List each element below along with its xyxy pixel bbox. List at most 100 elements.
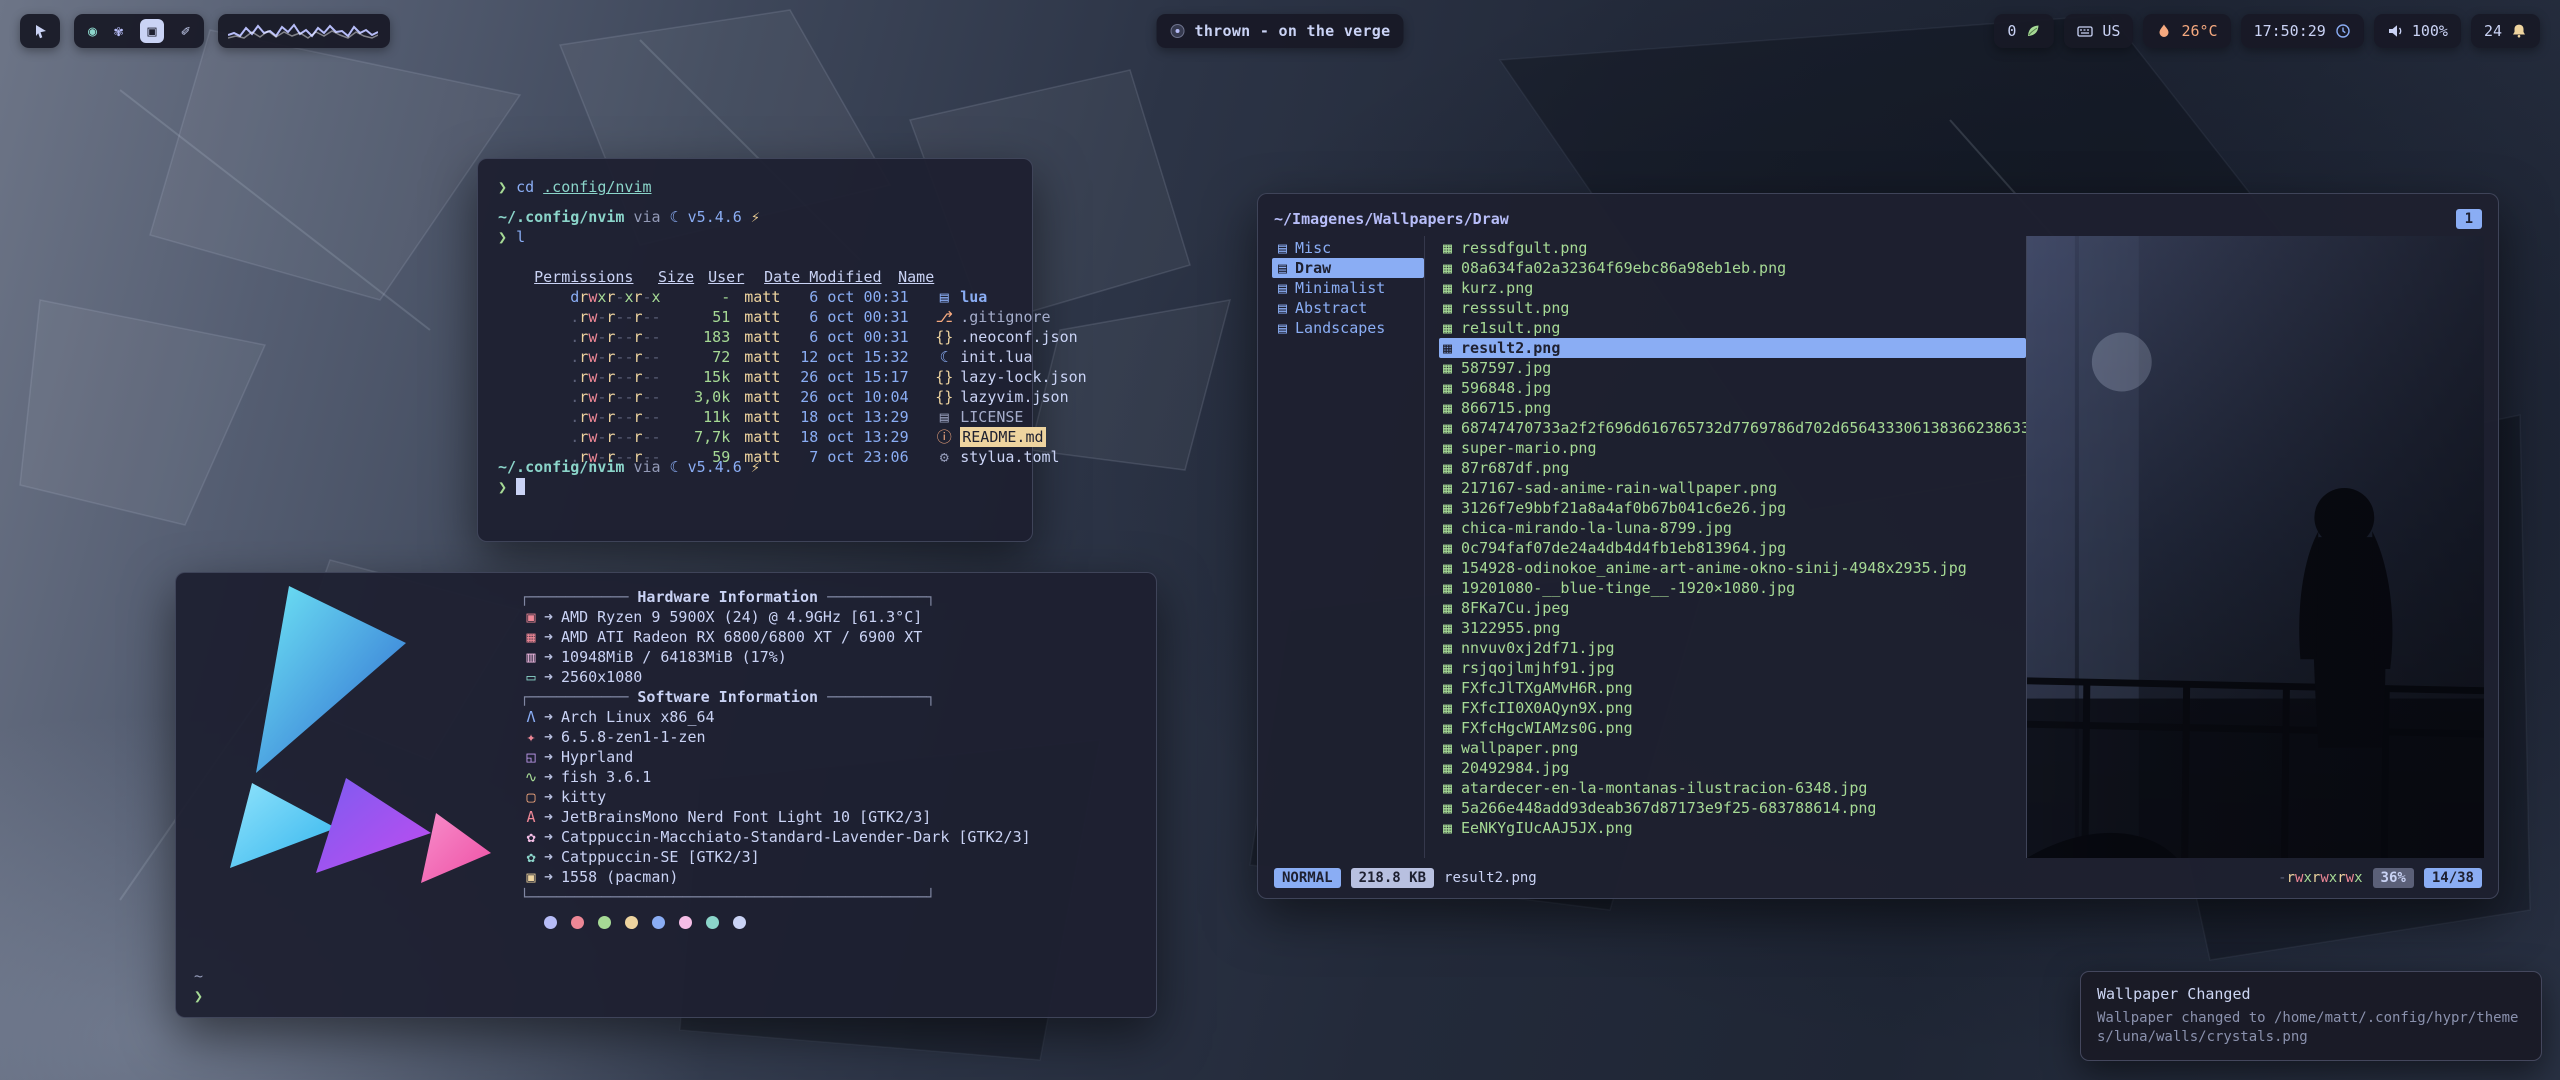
file-list-item[interactable]: ▦ rsjqojlmjhf91.jpg <box>1439 658 2026 678</box>
file-list-item[interactable]: ▦217167-sad-anime-rain-wallpaper.png <box>1439 478 2026 498</box>
media-player-pill[interactable]: thrown - on the verge <box>1157 14 1404 48</box>
bell-icon <box>2511 23 2527 39</box>
terminal-fetch-window[interactable]: ┌─────────── Hardware Information ──────… <box>175 572 1157 1018</box>
file-list-name: 3122955.png <box>1461 618 1560 638</box>
file-manager-window[interactable]: ~/Imagenes/Wallpapers/Draw 1 ▤Misc ▤ Draw… <box>1257 193 2499 899</box>
workspace-icon-active[interactable]: ▣ <box>140 19 164 43</box>
image-file-icon: ▦ <box>1443 658 1452 678</box>
image-preview-pane <box>2026 236 2484 858</box>
file-date: 6 oct 00:31 <box>800 327 920 347</box>
palette-dot <box>598 916 611 929</box>
temperature-value: 26°C <box>2181 22 2217 40</box>
palette-dot <box>679 916 692 929</box>
file-list-item[interactable]: ▦8FKa7Cu.jpeg <box>1439 598 2026 618</box>
file-list-item[interactable]: ▦re1sult.png <box>1439 318 2026 338</box>
terminal-nvim-window[interactable]: ❯ cd .config/nvim ~/.config/nvim via ☾ v… <box>477 158 1033 542</box>
file-list-item[interactable]: ▦FXfcII0X0AQyn9X.png <box>1439 698 2026 718</box>
launcher-button[interactable] <box>20 14 60 48</box>
fetch-row-icon: ▥ <box>520 647 542 667</box>
file-list-item[interactable]: ▦3122955.png <box>1439 618 2026 638</box>
file-manager-panes: ▤Misc ▤Draw ▤Minimalist ▤Abstract ▤Lands… <box>1272 236 2484 858</box>
volume-pill[interactable]: 100% <box>2374 14 2461 48</box>
sidebar-folder-item[interactable]: ▤Minimalist <box>1272 278 1424 298</box>
image-file-icon: ▦ <box>1443 558 1452 578</box>
sidebar-folder-item[interactable]: ▤Abstract <box>1272 298 1424 318</box>
sidebar-folder-item[interactable]: ▤ Draw <box>1272 258 1424 278</box>
file-list-item[interactable]: ▦0c794faf07de24a4db4d4fb1eb813964.jpg <box>1439 538 2026 558</box>
file-list-item[interactable]: ▦ressdfgult.png <box>1439 238 2026 258</box>
file-list-name: 87r687df.png <box>1461 458 1569 478</box>
image-file-icon: ▦ <box>1443 438 1452 458</box>
system-graph-widget[interactable] <box>218 14 390 48</box>
fetch-info-row: ▥➜10948MiB / 64183MiB (17%) <box>520 647 1100 667</box>
image-file-icon: ▦ <box>1443 398 1452 418</box>
fetch-row-text: Hyprland <box>561 748 633 766</box>
image-file-icon: ▦ <box>1443 718 1452 738</box>
notification-pill[interactable]: 24 <box>2471 14 2540 48</box>
file-list-item[interactable]: ▦nnvuv0xj2df71.jpg <box>1439 638 2026 658</box>
folder-name: Draw <box>1295 258 1331 278</box>
file-list-item[interactable]: ▦chica-mirando-la-luna-8799.jpg <box>1439 518 2026 538</box>
file-list-item[interactable]: ▦resssult.png <box>1439 298 2026 318</box>
file-size: 7,7k <box>684 427 730 447</box>
image-file-icon: ▦ <box>1443 778 1452 798</box>
file-list-item[interactable]: ▦atardecer-en-la-montanas-ilustracion-63… <box>1439 778 2026 798</box>
file-list-item[interactable]: ▦08a634fa02a32364f69ebc86a98eb1eb.png <box>1439 258 2026 278</box>
file-permissions: drwxr-xr-x <box>570 287 670 307</box>
notification-title: Wallpaper Changed <box>2097 985 2525 1003</box>
file-list-item[interactable]: ▦20492984.jpg <box>1439 758 2026 778</box>
folder-icon: ▤ <box>1278 258 1287 278</box>
sidebar-folder-item[interactable]: ▤Misc <box>1272 238 1424 258</box>
temperature-pill[interactable]: 26°C <box>2143 14 2230 48</box>
workspace-icon-4[interactable]: ✐ <box>181 19 190 43</box>
file-list-name: 68747470733a2f2f696d616765732d7769786d70… <box>1461 418 2026 438</box>
notification-popup[interactable]: Wallpaper Changed Wallpaper changed to /… <box>2080 971 2542 1061</box>
file-owner: matt <box>744 307 786 327</box>
keyboard-layout-pill[interactable]: US <box>2064 14 2133 48</box>
file-list-name: FXfcJlTXgAMvH6R.png <box>1461 678 1633 698</box>
tab-badge[interactable]: 1 <box>2456 209 2482 229</box>
workspace-icon-2[interactable]: ✾ <box>114 19 123 43</box>
lua-moon-icon: ☾ <box>670 458 679 476</box>
file-list-item[interactable]: ▦154928-odinokoe_anime-art-anime-okno-si… <box>1439 558 2026 578</box>
file-type-icon: {} <box>934 327 954 347</box>
file-list-name: rsjqojlmjhf91.jpg <box>1461 658 1615 678</box>
file-list-item[interactable]: ▦FXfcHgcWIAMzs0G.png <box>1439 718 2026 738</box>
file-date: 6 oct 00:31 <box>800 287 920 307</box>
clock-pill[interactable]: 17:50:29 <box>2241 14 2364 48</box>
file-list-item[interactable]: ▦kurz.png <box>1439 278 2026 298</box>
fetch-row-icon: ✦ <box>520 727 542 747</box>
breadcrumb-path: ~/Imagenes/Wallpapers/Draw <box>1274 209 1509 229</box>
folder-name: Landscapes <box>1295 318 1385 338</box>
file-list-item[interactable]: ▦EeNKYgIUcAAJ5JX.png <box>1439 818 2026 838</box>
command-cd-arg: .config/nvim <box>543 178 651 196</box>
file-list-item[interactable]: ▦5a266e448add93deab367d87173e9f25-683788… <box>1439 798 2026 818</box>
file-list-item[interactable]: ▦587597.jpg <box>1439 358 2026 378</box>
col-size: Size <box>648 267 694 287</box>
tray-count: 0 <box>2007 22 2016 40</box>
file-owner: matt <box>744 327 786 347</box>
file-list-item[interactable]: ▦87r687df.png <box>1439 458 2026 478</box>
file-list-item[interactable]: ▦FXfcJlTXgAMvH6R.png <box>1439 678 2026 698</box>
tray-counter-pill[interactable]: 0 <box>1994 14 2054 48</box>
file-size: 51 <box>684 307 730 327</box>
image-file-icon: ▦ <box>1443 478 1452 498</box>
file-name: stylua.toml <box>960 447 1059 467</box>
file-list-item[interactable]: ▦3126f7e9bbf21a8a4af0b67b041c6e26.jpg <box>1439 498 2026 518</box>
file-list-item[interactable]: ▦596848.jpg <box>1439 378 2026 398</box>
file-list-item[interactable]: ▦866715.png <box>1439 398 2026 418</box>
file-list-item[interactable]: ▦result2.png <box>1439 338 2026 358</box>
file-list-item[interactable]: ▦wallpaper.png <box>1439 738 2026 758</box>
terminal-cursor <box>516 478 525 495</box>
file-owner: matt <box>744 407 786 427</box>
file-list-item[interactable]: ▦super-mario.png <box>1439 438 2026 458</box>
leaf-icon <box>2025 23 2041 39</box>
folder-icon: ▤ <box>1278 238 1287 258</box>
folder-icon: ▤ <box>1278 278 1287 298</box>
sidebar-folder-item[interactable]: ▤Landscapes <box>1272 318 1424 338</box>
file-list-item[interactable]: ▦68747470733a2f2f696d616765732d7769786d7… <box>1439 418 2026 438</box>
col-user: User <box>708 267 750 287</box>
file-list-item[interactable]: ▦19201080-__blue-tinge__-1920×1080.jpg <box>1439 578 2026 598</box>
image-file-icon: ▦ <box>1443 498 1452 518</box>
workspace-icon-1[interactable]: ◉ <box>88 19 97 43</box>
